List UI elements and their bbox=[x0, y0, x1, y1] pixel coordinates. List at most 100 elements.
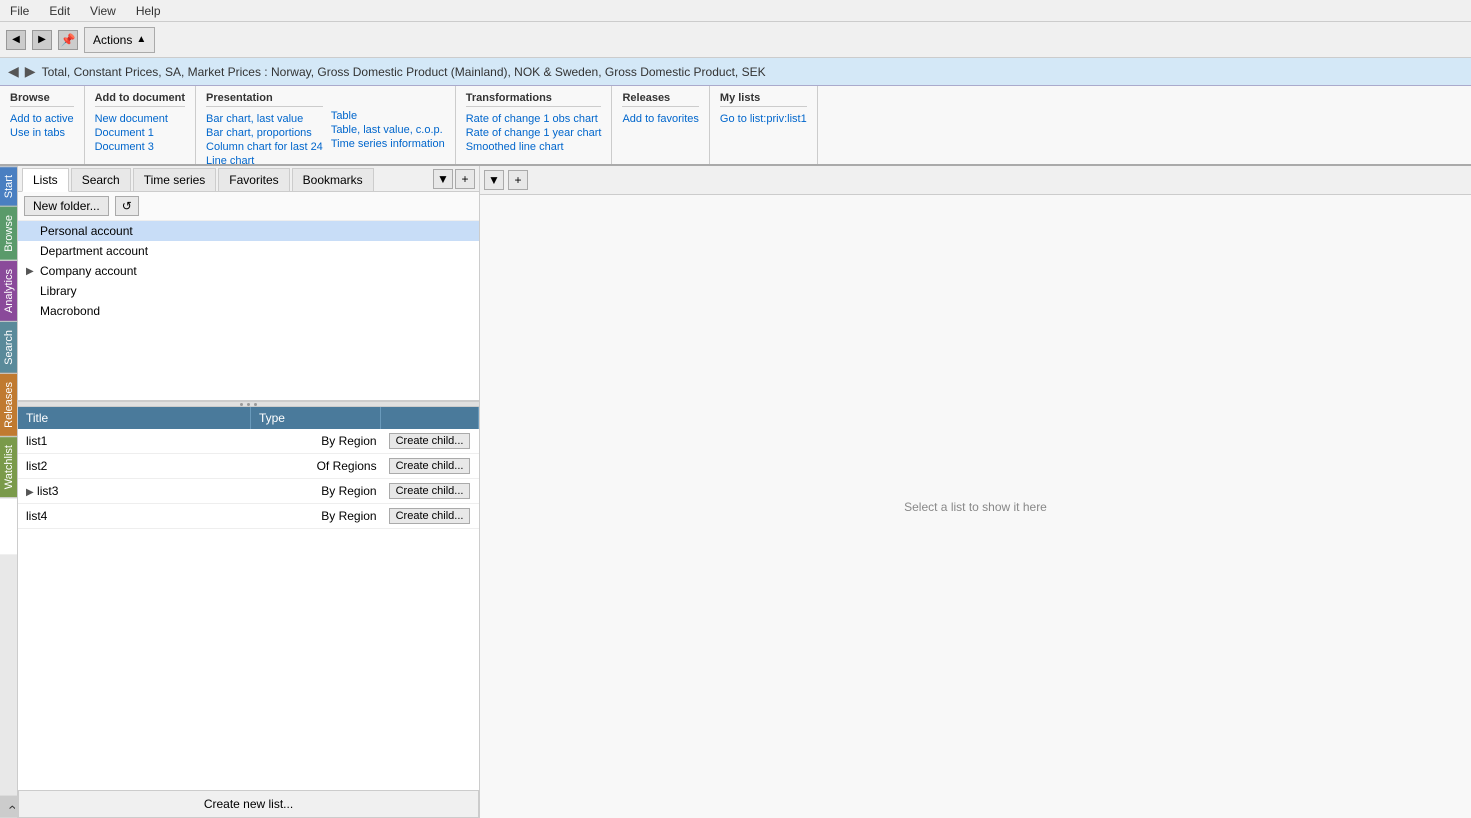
ribbon-rate-1obs[interactable]: Rate of change 1 obs chart bbox=[466, 113, 602, 125]
ribbon-new-document[interactable]: New document bbox=[95, 113, 185, 125]
actions-label: Actions bbox=[93, 33, 132, 47]
tree-item-label: Library bbox=[40, 284, 77, 298]
right-panel-dropdown-btn[interactable]: ▼ bbox=[484, 170, 504, 190]
sidebar-tab-mylists[interactable]: My lists bbox=[0, 497, 17, 554]
tree-list: Personal account Department account ▶ Co… bbox=[18, 221, 479, 401]
right-panel-add-btn[interactable]: + bbox=[508, 170, 528, 190]
refresh-button[interactable]: ↺ bbox=[115, 196, 139, 216]
row-title: list2 bbox=[18, 454, 250, 479]
tree-item-library[interactable]: Library bbox=[18, 281, 479, 301]
table-area: Title Type list1 By Region Create child.… bbox=[18, 407, 479, 790]
new-folder-button[interactable]: New folder... bbox=[24, 196, 109, 216]
menu-help[interactable]: Help bbox=[132, 2, 165, 20]
ribbon-table-last[interactable]: Table, last value, c.o.p. bbox=[331, 124, 445, 136]
right-panel-top: ▼ + bbox=[480, 166, 1471, 195]
row-title: list4 bbox=[18, 504, 250, 529]
tree-item-label: Macrobond bbox=[40, 304, 100, 318]
col-type[interactable]: Type bbox=[250, 407, 380, 429]
data-table: Title Type list1 By Region Create child.… bbox=[18, 407, 479, 529]
resize-dot2 bbox=[247, 403, 250, 406]
ribbon-document3[interactable]: Document 3 bbox=[95, 141, 185, 153]
sidebar-tab-browse[interactable]: Browse bbox=[0, 206, 17, 260]
breadcrumb-text: Total, Constant Prices, SA, Market Price… bbox=[42, 65, 766, 79]
right-panel-container: ▼ + Select a list to show it here bbox=[480, 166, 1471, 818]
nav-back-icon[interactable]: ◀ bbox=[6, 30, 26, 50]
ribbon-bar-last[interactable]: Bar chart, last value bbox=[206, 113, 323, 125]
resize-dot3 bbox=[254, 403, 257, 406]
panel-content: Lists Search Time series Favorites Bookm… bbox=[18, 166, 480, 818]
table-row: list1 By Region Create child... bbox=[18, 429, 479, 454]
col-action bbox=[381, 407, 479, 429]
tab-bookmarks[interactable]: Bookmarks bbox=[292, 168, 374, 191]
table-row: ▶ list3 By Region Create child... bbox=[18, 479, 479, 504]
actions-dropdown-arrow: ▲ bbox=[136, 34, 146, 45]
col-title[interactable]: Title bbox=[18, 407, 250, 429]
breadcrumb: ◀ ▶ Total, Constant Prices, SA, Market P… bbox=[0, 58, 1471, 86]
sidebar-tab-expand[interactable]: › bbox=[0, 796, 17, 818]
tab-time-series[interactable]: Time series bbox=[133, 168, 217, 191]
row-action-cell: Create child... bbox=[381, 479, 479, 504]
row-type: By Region bbox=[250, 479, 380, 504]
sidebar-tab-watchlist[interactable]: Watchlist bbox=[0, 436, 17, 497]
ribbon-presentation: Presentation Bar chart, last value Bar c… bbox=[196, 86, 456, 164]
top-toolbar: ◀ ▶ 📌 Actions ▲ bbox=[0, 22, 1471, 58]
create-child-button-3[interactable]: Create child... bbox=[389, 508, 471, 524]
menu-file[interactable]: File bbox=[6, 2, 33, 20]
ribbon-column-chart[interactable]: Column chart for last 24 bbox=[206, 141, 323, 153]
table-row: list2 Of Regions Create child... bbox=[18, 454, 479, 479]
row-action-cell: Create child... bbox=[381, 429, 479, 454]
ribbon-add-to-doc: Add to document New document Document 1 … bbox=[85, 86, 196, 164]
tree-item-arrow: ▶ bbox=[26, 266, 36, 277]
right-panel-placeholder: Select a list to show it here bbox=[480, 195, 1471, 818]
create-child-button-1[interactable]: Create child... bbox=[389, 458, 471, 474]
ribbon-my-lists-title: My lists bbox=[720, 92, 807, 107]
ribbon-browse-add-active[interactable]: Add to active bbox=[10, 113, 74, 125]
tree-item-department[interactable]: Department account bbox=[18, 241, 479, 261]
ribbon-browse-use-in-tabs[interactable]: Use in tabs bbox=[10, 127, 74, 139]
tab-search[interactable]: Search bbox=[71, 168, 131, 191]
expand-arrow-icon[interactable]: ▶ bbox=[26, 487, 34, 498]
panel-tabs: Lists Search Time series Favorites Bookm… bbox=[18, 166, 479, 192]
panel-dropdown-btn[interactable]: ▼ bbox=[433, 169, 453, 189]
main-layout: Start Browse Analytics Search Releases W… bbox=[0, 166, 1471, 818]
create-child-button-2[interactable]: Create child... bbox=[389, 483, 471, 499]
menu-edit[interactable]: Edit bbox=[45, 2, 74, 20]
tab-lists[interactable]: Lists bbox=[22, 168, 69, 192]
ribbon-go-to-list[interactable]: Go to list:priv:list1 bbox=[720, 113, 807, 125]
tree-item-company[interactable]: ▶ Company account bbox=[18, 261, 479, 281]
ribbon-table[interactable]: Table bbox=[331, 110, 445, 122]
tree-item-personal[interactable]: Personal account bbox=[18, 221, 479, 241]
sidebar-tab-releases[interactable]: Releases bbox=[0, 373, 17, 436]
ribbon-rate-1yr[interactable]: Rate of change 1 year chart bbox=[466, 127, 602, 139]
ribbon-transformations-title: Transformations bbox=[466, 92, 602, 107]
ribbon-releases: Releases Add to favorites bbox=[612, 86, 709, 164]
sidebar-tab-analytics[interactable]: Analytics bbox=[0, 260, 17, 321]
ribbon-smoothed[interactable]: Smoothed line chart bbox=[466, 141, 602, 153]
tab-favorites[interactable]: Favorites bbox=[218, 168, 289, 191]
menu-view[interactable]: View bbox=[86, 2, 120, 20]
sidebar-tab-start[interactable]: Start bbox=[0, 166, 17, 206]
row-title: ▶ list3 bbox=[18, 479, 250, 504]
tree-item-macrobond[interactable]: Macrobond bbox=[18, 301, 479, 321]
breadcrumb-nav-left[interactable]: ◀ bbox=[8, 63, 19, 80]
nav-forward-icon[interactable]: ▶ bbox=[32, 30, 52, 50]
right-panel-placeholder-text: Select a list to show it here bbox=[904, 500, 1047, 514]
ribbon: Browse Add to active Use in tabs Add to … bbox=[0, 86, 1471, 166]
ribbon-bar-prop[interactable]: Bar chart, proportions bbox=[206, 127, 323, 139]
row-type: By Region bbox=[250, 504, 380, 529]
sidebar-tab-search[interactable]: Search bbox=[0, 321, 17, 373]
ribbon-time-series-info[interactable]: Time series information bbox=[331, 138, 445, 150]
ribbon-transformations: Transformations Rate of change 1 obs cha… bbox=[456, 86, 613, 164]
row-type: Of Regions bbox=[250, 454, 380, 479]
create-child-button-0[interactable]: Create child... bbox=[389, 433, 471, 449]
tree-item-label: Department account bbox=[40, 244, 148, 258]
ribbon-add-favorites[interactable]: Add to favorites bbox=[622, 113, 698, 125]
actions-button[interactable]: Actions ▲ bbox=[84, 27, 155, 53]
breadcrumb-nav-right[interactable]: ▶ bbox=[25, 63, 36, 80]
ribbon-add-to-doc-title: Add to document bbox=[95, 92, 185, 107]
create-new-list-button[interactable]: Create new list... bbox=[18, 790, 479, 818]
pin-icon[interactable]: 📌 bbox=[58, 30, 78, 50]
panel-add-btn[interactable]: + bbox=[455, 169, 475, 189]
row-type: By Region bbox=[250, 429, 380, 454]
ribbon-document1[interactable]: Document 1 bbox=[95, 127, 185, 139]
